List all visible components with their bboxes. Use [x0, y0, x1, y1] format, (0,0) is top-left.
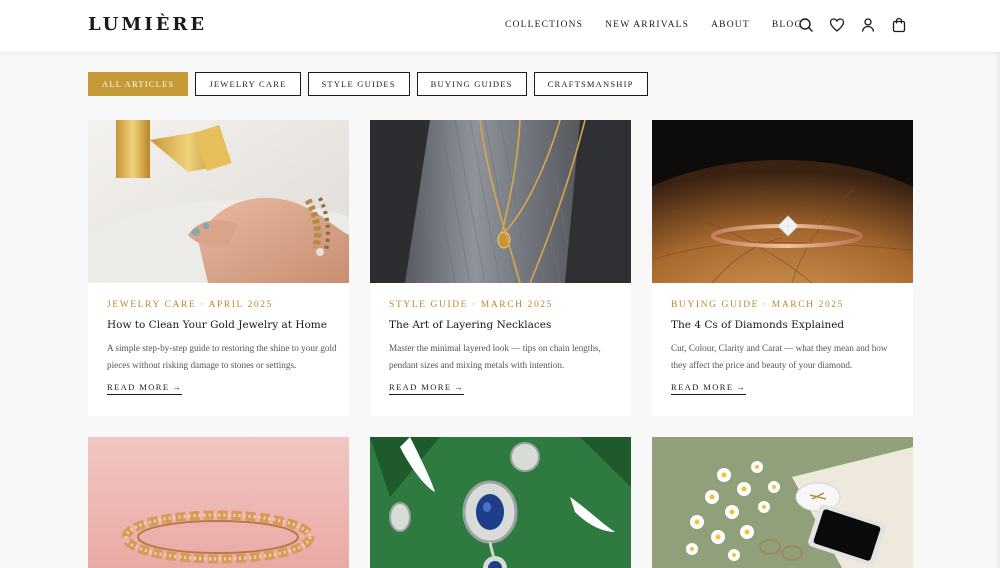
brand-logo[interactable]: LUMIÈRE [88, 14, 207, 35]
page-edge-shadow [994, 52, 1000, 568]
read-more-label: READ MORE [389, 382, 452, 392]
bag-icon[interactable] [891, 17, 907, 33]
heart-icon[interactable] [829, 17, 845, 33]
article-excerpt: A simple step-by-step guide to restoring… [107, 343, 337, 370]
article-image-gold-cleaning[interactable] [88, 120, 349, 283]
main-nav: COLLECTIONS NEW ARRIVALS ABOUT BLOG [505, 20, 803, 30]
article-image-layered-necklaces[interactable] [370, 120, 631, 283]
article-card[interactable] [88, 437, 349, 568]
article-card[interactable] [370, 437, 631, 568]
header-actions [798, 17, 907, 33]
article-filter-bar: ALL ARTICLES JEWELRY CARE STYLE GUIDES B… [88, 72, 648, 96]
nav-item-new-arrivals[interactable]: NEW ARRIVALS [605, 20, 689, 30]
filter-buying-guides[interactable]: BUYING GUIDES [416, 72, 527, 96]
user-icon[interactable] [860, 17, 876, 33]
article-card[interactable]: STYLE GUIDE · MARCH 2025 The Art of Laye… [370, 120, 631, 416]
search-icon[interactable] [798, 17, 814, 33]
read-more-label: READ MORE [107, 382, 170, 392]
nav-item-collections[interactable]: COLLECTIONS [505, 20, 583, 30]
article-title[interactable]: The Art of Layering Necklaces [389, 319, 551, 331]
article-title[interactable]: How to Clean Your Gold Jewelry at Home [107, 319, 327, 331]
article-image-daisies-flatlay[interactable] [652, 437, 913, 568]
arrow-right-icon: → [172, 382, 183, 392]
article-card[interactable]: BUYING GUIDE · MARCH 2025 The 4 Cs of Di… [652, 120, 913, 416]
read-more-label: READ MORE [671, 382, 734, 392]
filter-craftsmanship[interactable]: CRAFTSMANSHIP [533, 72, 648, 96]
filter-all-articles[interactable]: ALL ARTICLES [88, 72, 189, 96]
article-image-diamond-ring[interactable] [652, 120, 913, 283]
article-image-sapphire-earrings[interactable] [370, 437, 631, 568]
filter-style-guides[interactable]: STYLE GUIDES [307, 72, 410, 96]
article-image-rose-gold-bracelet[interactable] [88, 437, 349, 568]
article-excerpt: Cut, Colour, Clarity and Carat — what th… [671, 343, 888, 370]
read-more-link[interactable]: READ MORE → [107, 382, 183, 395]
site-header: LUMIÈRE COLLECTIONS NEW ARRIVALS ABOUT B… [0, 0, 1000, 52]
article-excerpt: Master the minimal layered look — tips o… [389, 343, 601, 370]
article-card[interactable]: JEWELRY CARE · APRIL 2025 How to Clean Y… [88, 120, 349, 416]
filter-jewelry-care[interactable]: JEWELRY CARE [195, 72, 301, 96]
arrow-right-icon: → [454, 382, 465, 392]
article-title[interactable]: The 4 Cs of Diamonds Explained [671, 319, 844, 331]
read-more-link[interactable]: READ MORE → [389, 382, 465, 395]
article-meta: JEWELRY CARE · APRIL 2025 [107, 300, 273, 310]
article-card[interactable] [652, 437, 913, 568]
nav-item-about[interactable]: ABOUT [711, 20, 750, 30]
arrow-right-icon: → [736, 382, 747, 392]
article-meta: BUYING GUIDE · MARCH 2025 [671, 300, 844, 310]
read-more-link[interactable]: READ MORE → [671, 382, 747, 395]
article-meta: STYLE GUIDE · MARCH 2025 [389, 300, 554, 310]
